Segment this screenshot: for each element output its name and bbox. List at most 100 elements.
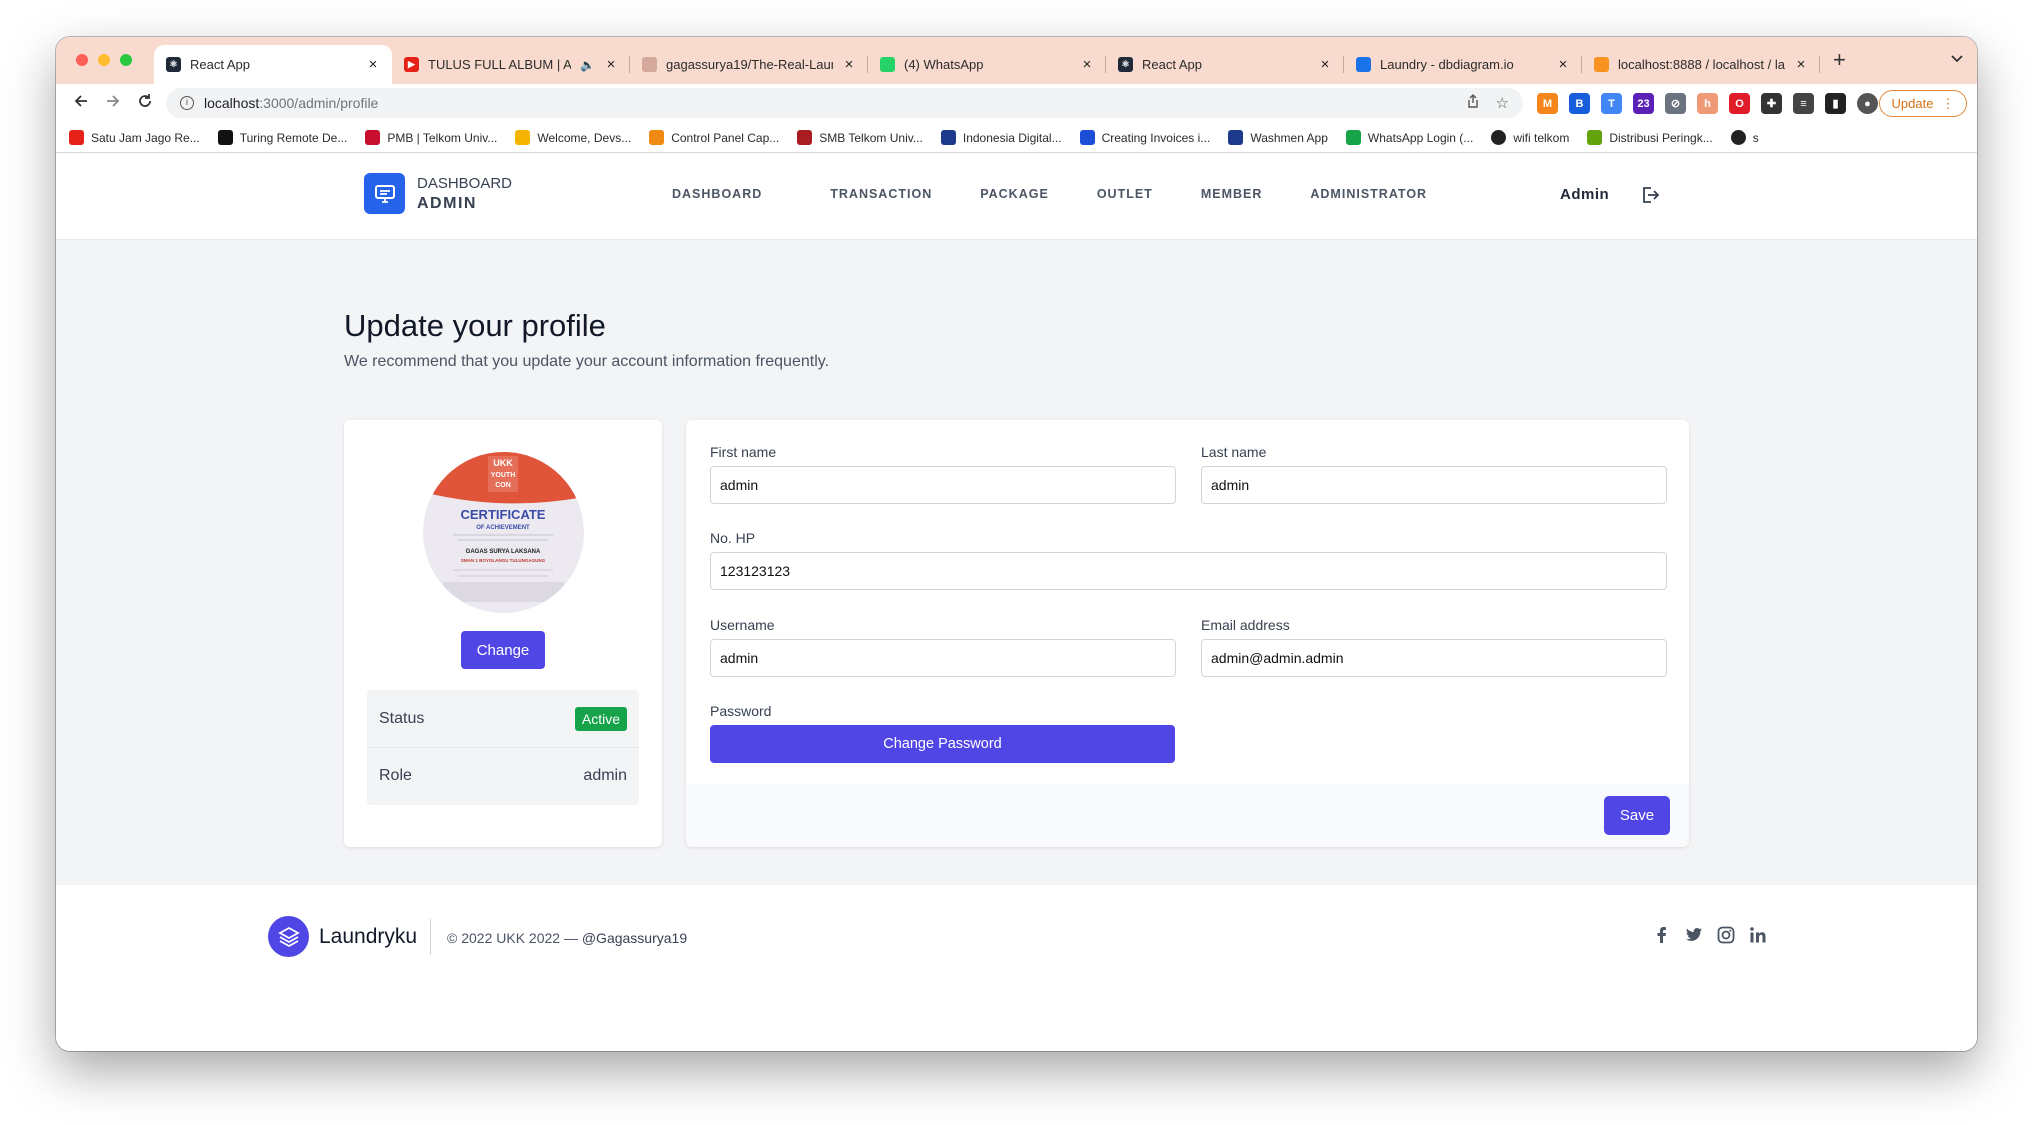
close-tab-icon[interactable]: ×: [1556, 56, 1570, 73]
browser-tab[interactable]: gagassurya19/The-Real-Laundry ×: [630, 45, 868, 84]
profile-summary-card: UKK YOUTH CON CERTIFICATE OF ACHIEVEMENT…: [344, 420, 662, 847]
maximize-window-button[interactable]: [120, 54, 132, 66]
new-tab-button[interactable]: +: [1833, 47, 1846, 73]
honey-icon[interactable]: h: [1697, 93, 1718, 114]
browser-tab[interactable]: ▶ TULUS FULL ALBUM | ALBUM 🔈 ×: [392, 45, 630, 84]
page-subtitle: We recommend that you update your accoun…: [344, 353, 830, 370]
bookmark-item[interactable]: Washmen App: [1228, 130, 1328, 145]
extensions-bar: M B T 23 ⊘ h O ✚ ≡ ▮ ●: [1537, 93, 1878, 114]
tab-search-icon[interactable]: [1951, 50, 1963, 66]
extension-badge-icon[interactable]: 23: [1633, 93, 1654, 114]
minimize-window-button[interactable]: [98, 54, 110, 66]
close-tab-icon[interactable]: ×: [1794, 56, 1808, 73]
menu-package[interactable]: PACKAGE: [980, 187, 1049, 201]
update-button[interactable]: Update ⋮: [1879, 90, 1967, 117]
bookmark-star-icon[interactable]: ☆: [1496, 94, 1509, 113]
blocker-icon[interactable]: ⊘: [1665, 93, 1686, 114]
bookmark-label: WhatsApp Login (...: [1367, 130, 1474, 145]
bookmark-item[interactable]: Control Panel Cap...: [649, 130, 779, 145]
opera-icon[interactable]: O: [1729, 93, 1750, 114]
change-password-button[interactable]: Change Password: [710, 725, 1175, 763]
browser-tab[interactable]: ⚛ React App ×: [154, 45, 392, 84]
translate-icon[interactable]: T: [1601, 93, 1622, 114]
bookmark-item[interactable]: Satu Jam Jago Re...: [69, 130, 200, 145]
footer-divider: [430, 919, 431, 955]
bookmark-item[interactable]: wifi telkom: [1491, 130, 1569, 145]
bookmark-label: Distribusi Peringk...: [1609, 130, 1713, 145]
first-name-label: First name: [710, 444, 777, 460]
avatar-text-subtitle: OF ACHIEVEMENT: [476, 525, 530, 531]
linkedin-icon[interactable]: [1749, 926, 1767, 944]
menu-member[interactable]: MEMBER: [1201, 187, 1263, 201]
app-brand[interactable]: DASHBOARD ADMIN: [364, 173, 512, 214]
bookmark-item[interactable]: SMB Telkom Univ...: [797, 130, 923, 145]
close-tab-icon[interactable]: ×: [366, 56, 380, 73]
bitwarden-icon[interactable]: B: [1569, 93, 1590, 114]
wave-icon: [515, 130, 531, 145]
bookmark-item[interactable]: s: [1730, 130, 1759, 145]
facebook-icon[interactable]: [1653, 926, 1671, 944]
twitter-icon[interactable]: [1685, 926, 1703, 944]
profile-avatar-icon[interactable]: ●: [1857, 93, 1878, 114]
close-window-button[interactable]: [76, 54, 88, 66]
page-title: Update your profile: [344, 308, 606, 343]
instagram-icon[interactable]: [1717, 926, 1735, 944]
phone-input[interactable]: [710, 552, 1667, 590]
close-tab-icon[interactable]: ×: [1318, 56, 1332, 73]
save-button[interactable]: Save: [1604, 796, 1670, 835]
bookmark-item[interactable]: Creating Invoices i...: [1079, 130, 1210, 145]
bookmark-item[interactable]: PMB | Telkom Univ...: [365, 130, 497, 145]
first-name-input[interactable]: [710, 466, 1176, 504]
forward-arrow-icon[interactable]: [98, 93, 128, 115]
browser-tab[interactable]: Laundry - dbdiagram.io ×: [1344, 45, 1582, 84]
reading-list-icon[interactable]: ≡: [1793, 93, 1814, 114]
w-icon: [1345, 130, 1361, 145]
menu-outlet[interactable]: OUTLET: [1097, 187, 1153, 201]
leaf-icon: [1587, 130, 1603, 145]
last-name-input[interactable]: [1201, 466, 1667, 504]
author-handle[interactable]: @Gagassurya19: [582, 930, 687, 946]
bookmark-item[interactable]: WhatsApp Login (...: [1345, 130, 1474, 145]
metamask-icon[interactable]: M: [1537, 93, 1558, 114]
bookmark-item[interactable]: Indonesia Digital...: [940, 130, 1062, 145]
reload-icon[interactable]: [130, 93, 160, 115]
site-info-icon[interactable]: i: [180, 96, 194, 110]
menu-dashboard[interactable]: DASHBOARD: [672, 187, 762, 201]
bookmark-item[interactable]: Welcome, Devs...: [515, 130, 631, 145]
address-bar[interactable]: i localhost:3000/admin/profile ☆: [166, 88, 1523, 118]
browser-tab[interactable]: localhost:8888 / localhost / laundry ×: [1582, 45, 1820, 84]
browser-toolbar: i localhost:3000/admin/profile ☆ M B T 2…: [56, 84, 1977, 123]
bookmark-item[interactable]: Distribusi Peringk...: [1587, 130, 1713, 145]
browser-tab[interactable]: (4) WhatsApp ×: [868, 45, 1106, 84]
last-name-label: Last name: [1201, 444, 1267, 460]
puzzle-icon[interactable]: ✚: [1761, 93, 1782, 114]
more-vertical-icon: ⋮: [1941, 95, 1955, 111]
bookmark-label: PMB | Telkom Univ...: [387, 130, 498, 145]
menu-administrator[interactable]: ADMINISTRATOR: [1310, 187, 1427, 201]
bookmark-label: Washmen App: [1250, 130, 1328, 145]
close-tab-icon[interactable]: ×: [1080, 56, 1094, 73]
username-input[interactable]: [710, 639, 1176, 677]
side-panel-icon[interactable]: ▮: [1825, 93, 1846, 114]
bookmark-item[interactable]: Turing Remote De...: [217, 130, 347, 145]
logout-icon[interactable]: [1639, 184, 1661, 211]
telkom-icon: [797, 130, 813, 145]
close-tab-icon[interactable]: ×: [842, 56, 856, 73]
menu-transaction[interactable]: TRANSACTION: [830, 187, 932, 201]
share-icon[interactable]: [1466, 94, 1480, 113]
social-links: [1653, 926, 1767, 944]
whatsapp-icon: [880, 57, 895, 72]
footer-brand[interactable]: Laundryku: [319, 925, 417, 949]
user-name[interactable]: Admin: [1560, 186, 1609, 203]
browser-tab[interactable]: ⚛ React App ×: [1106, 45, 1344, 84]
close-tab-icon[interactable]: ×: [604, 56, 618, 73]
bookmark-label: SMB Telkom Univ...: [819, 130, 923, 145]
email-input[interactable]: [1201, 639, 1667, 677]
email-label: Email address: [1201, 617, 1290, 633]
copyright-text: © 2022 UKK 2022 —: [447, 930, 578, 946]
bookmark-label: Satu Jam Jago Re...: [91, 130, 200, 145]
change-photo-button[interactable]: Change: [461, 631, 545, 669]
back-arrow-icon[interactable]: [66, 93, 96, 115]
globe-icon: [1730, 130, 1746, 145]
speaker-icon[interactable]: 🔈: [580, 58, 595, 72]
